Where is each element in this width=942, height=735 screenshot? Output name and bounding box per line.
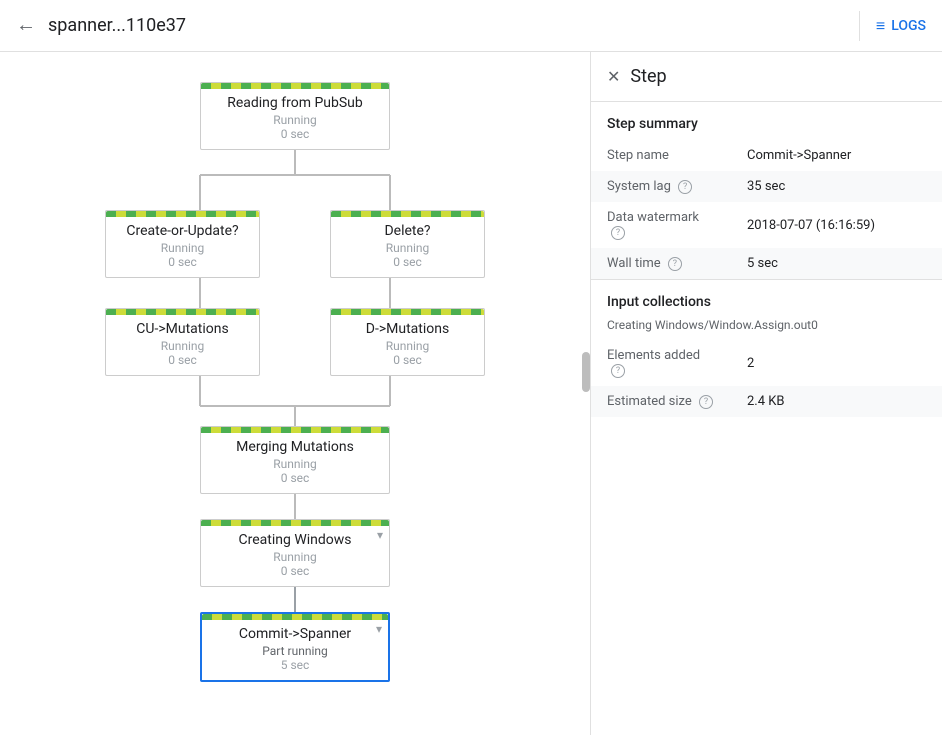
collection-body: Elements added ? 2 Estimated size ? 2.4 … bbox=[591, 340, 942, 417]
node-merging-mutations[interactable]: Merging Mutations Running 0 sec bbox=[200, 426, 390, 494]
stripe-creating bbox=[201, 520, 389, 526]
node-delete[interactable]: Delete? Running 0 sec bbox=[330, 210, 485, 278]
node-cu-name: Create-or-Update? bbox=[120, 223, 245, 239]
node-creating-status: Running bbox=[215, 550, 375, 564]
input-collections-title: Input collections bbox=[591, 279, 942, 314]
node-merging-time: 0 sec bbox=[215, 471, 375, 485]
help-icon-watermark[interactable]: ? bbox=[611, 226, 625, 240]
field-value-elements: 2 bbox=[731, 340, 942, 386]
table-row: Step name Commit->Spanner bbox=[591, 140, 942, 171]
stripe-merging bbox=[201, 427, 389, 433]
node-commit-spanner[interactable]: Commit->Spanner Part running 5 sec ▾ bbox=[200, 612, 390, 682]
branch-col-right: Delete? Running 0 sec bbox=[330, 210, 485, 278]
field-value-watermark: 2018-07-07 (16:16:59) bbox=[731, 202, 942, 248]
step-panel-header: ✕ Step bbox=[591, 52, 942, 102]
pipeline-graph: Reading from PubSub Running 0 sec bbox=[20, 72, 570, 682]
branch-svg-2 bbox=[105, 278, 485, 308]
connector-merging-creating bbox=[294, 494, 296, 519]
logs-icon: ≡ bbox=[876, 16, 885, 36]
node-commit-name: Commit->Spanner bbox=[216, 626, 374, 642]
branch-col-left: Create-or-Update? Running 0 sec bbox=[105, 210, 260, 278]
node-merging-status: Running bbox=[215, 457, 375, 471]
field-label-estsize: Estimated size ? bbox=[591, 386, 731, 417]
node-delete-name: Delete? bbox=[345, 223, 470, 239]
node-commit-time: 5 sec bbox=[216, 658, 374, 672]
main-content: Reading from PubSub Running 0 sec bbox=[0, 52, 942, 735]
branch-row-2: CU->Mutations Running 0 sec D->Mutations… bbox=[105, 308, 485, 376]
commit-chevron: ▾ bbox=[376, 622, 382, 636]
scrollbar-handle[interactable] bbox=[582, 352, 590, 392]
table-row: System lag ? 35 sec bbox=[591, 171, 942, 202]
step-close-button[interactable]: ✕ bbox=[607, 67, 620, 87]
help-icon-estsize[interactable]: ? bbox=[699, 395, 713, 409]
stripe-delete bbox=[331, 211, 484, 217]
field-label-walltime: Wall time ? bbox=[591, 248, 731, 279]
branch-svg-merge bbox=[105, 376, 485, 426]
field-label-watermark: Data watermark ? bbox=[591, 202, 731, 248]
back-button[interactable]: ← bbox=[16, 14, 36, 37]
node-reading[interactable]: Reading from PubSub Running 0 sec bbox=[200, 82, 390, 150]
branch-svg-top bbox=[105, 150, 485, 210]
page-title: spanner...110e37 bbox=[48, 15, 843, 36]
collection-table: Elements added ? 2 Estimated size ? 2.4 … bbox=[591, 340, 942, 417]
help-icon-systemlag[interactable]: ? bbox=[678, 180, 692, 194]
branch-row-1: Create-or-Update? Running 0 sec Delete? … bbox=[105, 210, 485, 278]
help-icon-elements[interactable]: ? bbox=[611, 364, 625, 378]
node-d-mutations[interactable]: D->Mutations Running 0 sec bbox=[330, 308, 485, 376]
node-cu-time: 0 sec bbox=[120, 255, 245, 269]
node-cu-mut-name: CU->Mutations bbox=[120, 321, 245, 337]
node-merging-name: Merging Mutations bbox=[215, 439, 375, 455]
field-value-estsize: 2.4 KB bbox=[731, 386, 942, 417]
node-cu-mutations[interactable]: CU->Mutations Running 0 sec bbox=[105, 308, 260, 376]
field-value-stepname: Commit->Spanner bbox=[731, 140, 942, 171]
connector-creating-commit bbox=[294, 587, 296, 612]
node-reading-time: 0 sec bbox=[215, 127, 375, 141]
stripe-commit bbox=[202, 614, 388, 620]
node-cu-mut-status: Running bbox=[120, 339, 245, 353]
pipeline-panel: Reading from PubSub Running 0 sec bbox=[0, 52, 590, 735]
node-d-mut-name: D->Mutations bbox=[345, 321, 470, 337]
step-summary-body: Step name Commit->Spanner System lag ? 3… bbox=[591, 140, 942, 279]
logs-label: LOGS bbox=[891, 18, 926, 34]
node-delete-time: 0 sec bbox=[345, 255, 470, 269]
stripe-reading bbox=[201, 83, 389, 89]
step-panel: ✕ Step Step summary Step name Commit->Sp… bbox=[590, 52, 942, 735]
logs-button[interactable]: ≡ LOGS bbox=[876, 16, 926, 36]
header-divider bbox=[859, 11, 860, 41]
header: ← spanner...110e37 ≡ LOGS bbox=[0, 0, 942, 52]
node-creating-name: Creating Windows bbox=[215, 532, 375, 548]
table-row: Wall time ? 5 sec bbox=[591, 248, 942, 279]
field-value-walltime: 5 sec bbox=[731, 248, 942, 279]
stripe-d-mut bbox=[331, 309, 484, 315]
node-create-or-update[interactable]: Create-or-Update? Running 0 sec bbox=[105, 210, 260, 278]
node-delete-status: Running bbox=[345, 241, 470, 255]
input-collection-name: Creating Windows/Window.Assign.out0 bbox=[591, 314, 942, 340]
node-d-mut-status: Running bbox=[345, 339, 470, 353]
table-row: Estimated size ? 2.4 KB bbox=[591, 386, 942, 417]
node-creating-windows[interactable]: Creating Windows Running 0 sec ▾ bbox=[200, 519, 390, 587]
step-panel-title: Step bbox=[630, 66, 666, 87]
node-cu-mut-time: 0 sec bbox=[120, 353, 245, 367]
field-value-systemlag: 35 sec bbox=[731, 171, 942, 202]
field-label-stepname: Step name bbox=[591, 140, 731, 171]
stripe-cu-mut bbox=[106, 309, 259, 315]
field-label-systemlag: System lag ? bbox=[591, 171, 731, 202]
creating-chevron: ▾ bbox=[377, 528, 383, 542]
node-reading-status: Running bbox=[215, 113, 375, 127]
node-creating-time: 0 sec bbox=[215, 564, 375, 578]
branch-col-d-mut: D->Mutations Running 0 sec bbox=[330, 308, 485, 376]
node-commit-status: Part running bbox=[216, 644, 374, 658]
stripe-cu bbox=[106, 211, 259, 217]
step-summary-title: Step summary bbox=[591, 102, 942, 140]
table-row: Elements added ? 2 bbox=[591, 340, 942, 386]
node-cu-status: Running bbox=[120, 241, 245, 255]
step-summary-table: Step name Commit->Spanner System lag ? 3… bbox=[591, 140, 942, 279]
node-d-mut-time: 0 sec bbox=[345, 353, 470, 367]
branch-col-cu-mut: CU->Mutations Running 0 sec bbox=[105, 308, 260, 376]
node-reading-name: Reading from PubSub bbox=[215, 95, 375, 111]
field-label-elements: Elements added ? bbox=[591, 340, 731, 386]
help-icon-walltime[interactable]: ? bbox=[668, 257, 682, 271]
table-row: Data watermark ? 2018-07-07 (16:16:59) bbox=[591, 202, 942, 248]
